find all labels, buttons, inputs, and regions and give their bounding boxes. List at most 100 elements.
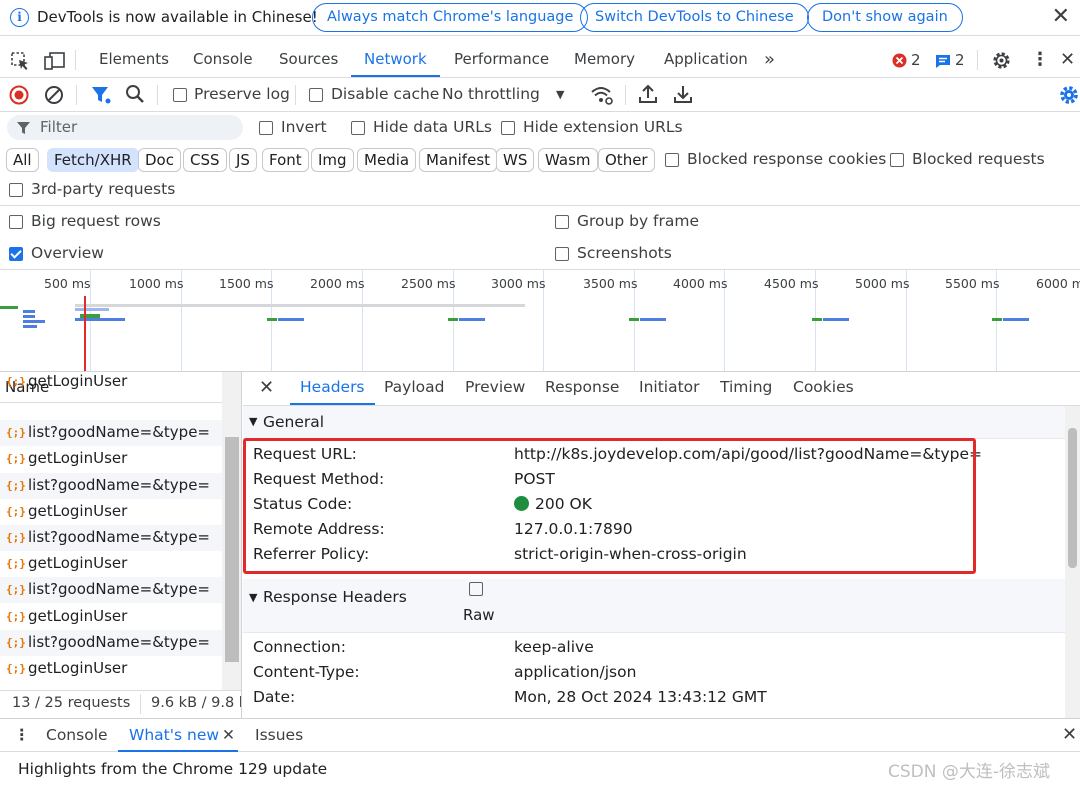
tab-performance[interactable]: Performance xyxy=(454,42,549,77)
inspect-element-icon[interactable] xyxy=(10,51,30,71)
preserve-log-checkbox[interactable] xyxy=(173,88,187,102)
disable-cache-checkbox[interactable] xyxy=(309,88,323,102)
device-toolbar-icon[interactable] xyxy=(44,51,66,71)
request-name: list?goodName=&type= xyxy=(28,423,210,442)
screenshots-checkbox[interactable] xyxy=(555,247,569,261)
import-har-icon[interactable] xyxy=(638,84,658,104)
request-row[interactable]: {;} list?goodName=&type= xyxy=(0,472,222,499)
drawer-tab-console[interactable]: Console xyxy=(46,726,108,744)
type-fetch-xhr[interactable]: Fetch/XHR xyxy=(47,148,139,172)
tab-headers[interactable]: Headers xyxy=(290,372,375,405)
close-icon[interactable]: ✕ xyxy=(1052,4,1070,29)
filter-icon xyxy=(17,122,30,134)
tab-timing[interactable]: Timing xyxy=(720,372,772,405)
request-row[interactable]: {;} getLoginUser xyxy=(0,656,222,682)
request-row[interactable]: {;} getLoginUser xyxy=(0,551,222,577)
request-row[interactable]: {;} getLoginUser xyxy=(0,499,222,525)
details-scrollbar[interactable] xyxy=(1065,406,1080,718)
request-row[interactable]: {;} list?goodName=&type= xyxy=(0,525,222,551)
match-language-button[interactable]: Always match Chrome's language xyxy=(312,3,589,32)
request-row[interactable]: {;} getLoginUser xyxy=(0,372,222,395)
close-whats-new-icon[interactable]: ✕ xyxy=(222,726,235,744)
xhr-request-icon: {;} xyxy=(6,504,26,518)
tab-network[interactable]: Network xyxy=(351,42,440,77)
throttling-select[interactable]: No throttling xyxy=(442,85,540,103)
tab-memory[interactable]: Memory xyxy=(574,42,635,77)
tab-response[interactable]: Response xyxy=(545,372,619,405)
tab-payload[interactable]: Payload xyxy=(384,372,444,405)
tick-label: 2500 ms xyxy=(401,276,456,291)
response-headers-section-header[interactable]: ▼ Response Headers Raw xyxy=(243,579,1065,633)
tab-console[interactable]: Console xyxy=(193,42,253,77)
timeline-bar xyxy=(629,318,639,321)
close-drawer-icon[interactable]: ✕ xyxy=(1062,724,1077,745)
tab-sources[interactable]: Sources xyxy=(279,42,338,77)
error-icon xyxy=(892,53,907,68)
message-count[interactable]: 2 xyxy=(955,43,965,78)
hide-extension-urls-checkbox[interactable] xyxy=(501,121,515,135)
blocked-response-cookies-checkbox[interactable] xyxy=(665,153,679,167)
type-font[interactable]: Font xyxy=(262,148,309,172)
tab-initiator[interactable]: Initiator xyxy=(639,372,700,405)
type-css[interactable]: CSS xyxy=(183,148,227,172)
type-all[interactable]: All xyxy=(6,148,39,172)
tab-cookies[interactable]: Cookies xyxy=(793,372,854,405)
tab-elements[interactable]: Elements xyxy=(99,42,169,77)
record-stop-icon[interactable] xyxy=(9,85,29,105)
request-details-panel: ✕ Headers Payload Preview Response Initi… xyxy=(243,372,1080,718)
blocked-requests-checkbox[interactable] xyxy=(890,153,904,167)
network-settings-icon[interactable] xyxy=(1058,84,1080,106)
more-tabs-icon[interactable]: » xyxy=(764,42,775,77)
type-ws[interactable]: WS xyxy=(496,148,535,172)
general-section-header[interactable]: ▼ General xyxy=(243,406,1065,439)
request-name: list?goodName=&type= xyxy=(28,475,210,494)
request-list-scrollbar[interactable] xyxy=(222,372,241,692)
hide-data-urls-checkbox[interactable] xyxy=(351,121,365,135)
type-manifest[interactable]: Manifest xyxy=(419,148,498,172)
error-count[interactable]: 2 xyxy=(911,43,921,78)
third-party-checkbox[interactable] xyxy=(9,183,23,197)
tick-label: 6000 ms xyxy=(1036,276,1080,291)
tab-application[interactable]: Application xyxy=(664,42,748,77)
invert-checkbox[interactable] xyxy=(259,121,273,135)
close-details-icon[interactable]: ✕ xyxy=(259,372,274,405)
timeline-bar xyxy=(0,306,18,309)
big-request-rows-checkbox[interactable] xyxy=(9,215,23,229)
drawer-tab-issues[interactable]: Issues xyxy=(255,726,303,744)
preserve-log-label: Preserve log xyxy=(194,85,290,103)
settings-gear-icon[interactable] xyxy=(991,50,1012,71)
drawer-tab-whats-new[interactable]: What's new xyxy=(129,726,219,744)
clear-icon[interactable] xyxy=(44,85,64,105)
type-doc[interactable]: Doc xyxy=(138,148,181,172)
banner-message: DevTools is now available in Chinese! xyxy=(37,8,318,26)
more-options-icon[interactable]: ⋮ xyxy=(1031,42,1049,77)
request-row[interactable]: {;} getLoginUser xyxy=(0,446,222,472)
drawer-tab-bar: ⋮ Console What's new ✕ Issues ✕ xyxy=(0,718,1080,752)
type-js[interactable]: JS xyxy=(229,148,257,172)
drawer-menu-icon[interactable]: ⋮ xyxy=(14,726,30,744)
type-other[interactable]: Other xyxy=(598,148,655,172)
tab-preview[interactable]: Preview xyxy=(465,372,525,405)
request-row[interactable]: {;} list?goodName=&type= xyxy=(0,420,222,447)
export-har-icon[interactable] xyxy=(673,84,693,104)
raw-checkbox[interactable] xyxy=(469,582,483,596)
filter-input[interactable]: Filter xyxy=(7,115,243,140)
filter-funnel-icon[interactable] xyxy=(91,85,111,105)
overview-checkbox[interactable] xyxy=(9,247,23,261)
request-row[interactable]: {;} getLoginUser xyxy=(0,604,222,630)
network-overview-timeline[interactable]: 500 ms 1000 ms 1500 ms 2000 ms 2500 ms 3… xyxy=(0,270,1080,372)
type-img[interactable]: Img xyxy=(311,148,354,172)
network-conditions-icon[interactable] xyxy=(590,84,614,106)
type-media[interactable]: Media xyxy=(357,148,417,172)
collapse-triangle-icon: ▼ xyxy=(249,591,258,604)
type-wasm[interactable]: Wasm xyxy=(538,148,598,172)
request-row[interactable]: {;} list?goodName=&type= xyxy=(0,629,222,656)
throttling-dropdown-icon[interactable]: ▼ xyxy=(556,88,564,101)
request-row[interactable]: {;} list?goodName=&type= xyxy=(0,577,222,604)
close-devtools-icon[interactable]: ✕ xyxy=(1060,42,1075,77)
search-icon[interactable] xyxy=(125,84,145,104)
header-key: Content-Type: xyxy=(253,663,360,681)
group-by-frame-checkbox[interactable] xyxy=(555,215,569,229)
switch-language-button[interactable]: Switch DevTools to Chinese xyxy=(580,3,809,32)
dont-show-again-button[interactable]: Don't show again xyxy=(807,3,963,32)
